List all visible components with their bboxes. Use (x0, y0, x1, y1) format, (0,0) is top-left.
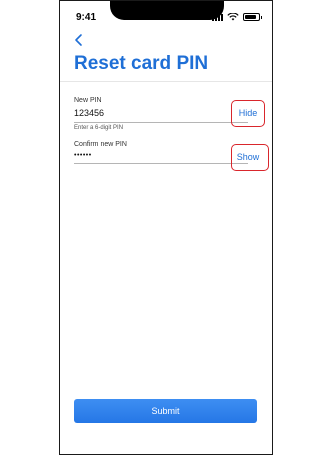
battery-icon (243, 13, 262, 21)
show-pin-button[interactable]: Show (232, 145, 264, 170)
phone-notch (110, 1, 224, 20)
status-time: 9:41 (76, 12, 97, 23)
wifi-icon (227, 13, 239, 21)
new-pin-input[interactable] (74, 108, 224, 118)
new-pin-label: New PIN (74, 97, 102, 104)
confirm-pin-underline (74, 163, 248, 164)
hide-pin-button[interactable]: Hide (232, 101, 264, 126)
cellular-signal-icon (212, 13, 223, 21)
new-pin-helper-text: Enter a 6-digit PIN (74, 125, 124, 131)
page-title: Reset card PIN (74, 53, 209, 74)
status-icons (212, 13, 262, 21)
header-divider (60, 81, 272, 82)
confirm-pin-label: Confirm new PIN (74, 141, 127, 148)
phone-frame: 9:41 Reset card PIN New PIN Enter a 6-di… (59, 0, 273, 455)
new-pin-underline (74, 122, 248, 123)
screenshot-canvas: 9:41 Reset card PIN New PIN Enter a 6-di… (0, 0, 332, 460)
submit-button[interactable]: Submit (74, 399, 257, 423)
confirm-pin-input[interactable] (74, 152, 224, 159)
chevron-left-icon[interactable] (72, 33, 86, 47)
